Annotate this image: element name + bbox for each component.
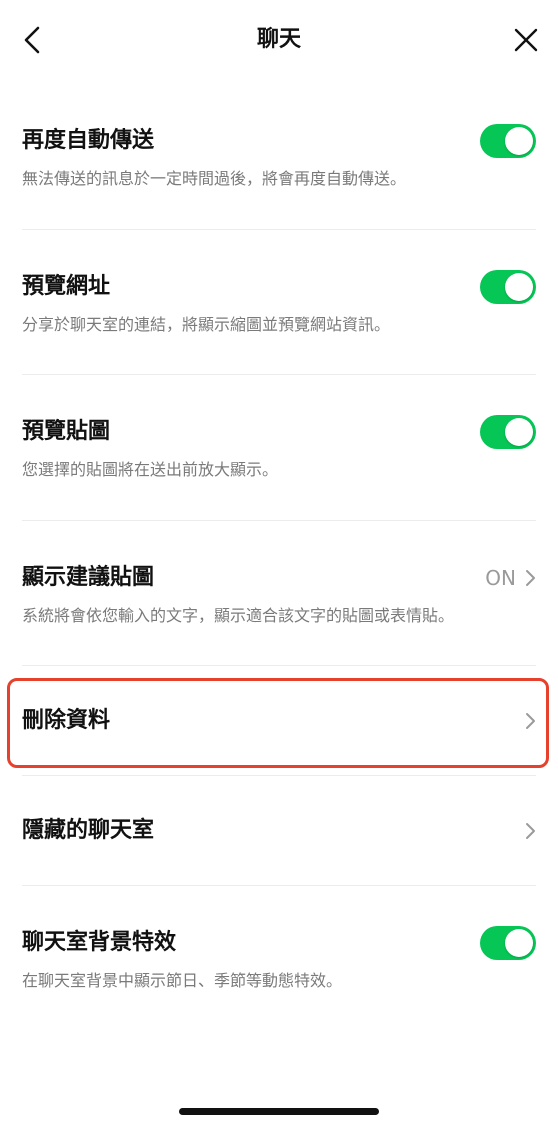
setting-title: 隱藏的聊天室	[22, 818, 155, 843]
toggle-knob	[505, 272, 533, 301]
sticker-preview-toggle[interactable]	[480, 415, 536, 449]
chevron-right-icon	[526, 569, 535, 586]
setting-title: 顯示建議貼圖	[22, 564, 155, 590]
toggle-knob	[505, 127, 533, 155]
toggle-knob	[505, 929, 533, 957]
setting-title: 再度自動傳送	[22, 128, 155, 153]
setting-row-url-preview: 預覽網址 分享於聊天室的連結，將顯示縮圖並預覽網站資訊。	[0, 230, 558, 375]
delete-data-arrow[interactable]	[524, 706, 536, 736]
background-effects-toggle[interactable]	[480, 926, 536, 960]
page-title: 聊天	[256, 27, 301, 52]
chevron-right-icon	[526, 713, 535, 729]
chevron-right-icon	[526, 823, 535, 839]
setting-description: 分享於聊天室的連結，將顯示縮圖並預覽網站資訊。	[22, 314, 391, 334]
setting-description: 系統將會依您輸入的文字，顯示適合該文字的貼圖或表情貼。	[22, 605, 455, 625]
setting-title: 預覽貼圖	[22, 419, 111, 444]
setting-title: 刪除資料	[22, 708, 111, 733]
setting-row-suggested-stickers[interactable]: 顯示建議貼圖 系統將會依您輸入的文字，顯示適合該文字的貼圖或表情貼。 ON	[0, 521, 558, 666]
setting-row-background-effects: 聊天室背景特效 在聊天室背景中顯示節日、季節等動態特效。	[0, 886, 558, 1032]
setting-title: 聊天室背景特效	[22, 930, 177, 955]
suggested-stickers-value[interactable]: ON	[485, 563, 536, 593]
hidden-chats-arrow[interactable]	[524, 816, 536, 846]
close-icon	[514, 28, 538, 52]
setting-description: 無法傳送的訊息於一定時間過後，將會再度自動傳送。	[22, 169, 407, 188]
setting-value: ON	[485, 565, 516, 590]
close-button[interactable]	[508, 22, 544, 58]
setting-row-hidden-chats[interactable]: 隱藏的聊天室	[0, 776, 558, 886]
home-indicator	[179, 1108, 379, 1115]
setting-description: 您選擇的貼圖將在送出前放大顯示。	[22, 460, 279, 479]
header-bar: 聊天	[0, 0, 558, 80]
setting-row-delete-data[interactable]: 刪除資料	[0, 666, 558, 776]
setting-row-auto-resend: 再度自動傳送 無法傳送的訊息於一定時間過後，將會再度自動傳送。	[0, 84, 558, 230]
auto-resend-toggle[interactable]	[480, 124, 536, 158]
setting-row-sticker-preview: 預覽貼圖 您選擇的貼圖將在送出前放大顯示。	[0, 375, 558, 521]
url-preview-toggle[interactable]	[480, 269, 536, 304]
setting-title: 預覽網址	[22, 273, 111, 299]
toggle-knob	[505, 418, 533, 446]
settings-list: 再度自動傳送 無法傳送的訊息於一定時間過後，將會再度自動傳送。 預覽網址 分享於…	[0, 84, 558, 1032]
setting-description: 在聊天室背景中顯示節日、季節等動態特效。	[22, 971, 343, 990]
